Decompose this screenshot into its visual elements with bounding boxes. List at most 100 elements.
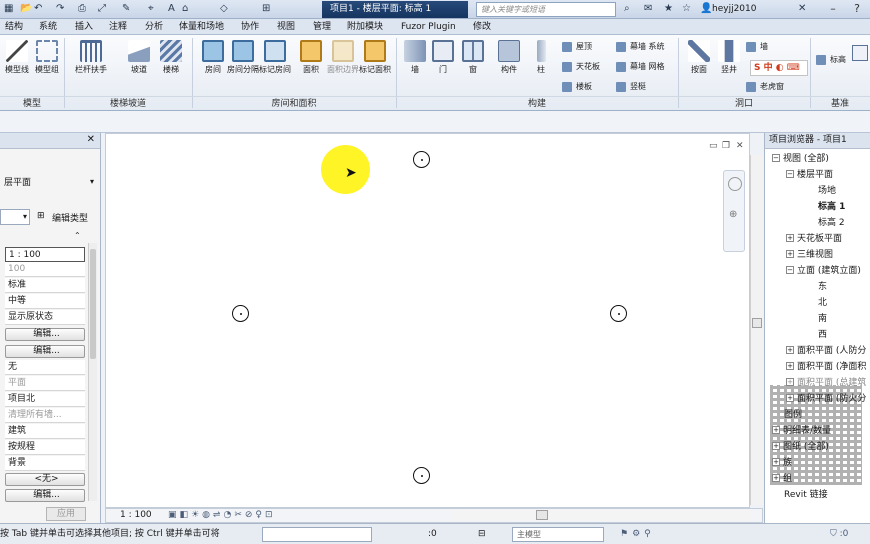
help-icon[interactable]: ?: [846, 1, 868, 17]
type-selector[interactable]: 层平面: [4, 175, 31, 188]
section-icon[interactable]: ◇: [220, 2, 228, 16]
elevation-marker-west[interactable]: [232, 305, 249, 322]
expand-icon[interactable]: +: [772, 474, 780, 482]
expand-icon[interactable]: +: [786, 346, 794, 354]
floor-button[interactable]: 楼板: [560, 80, 592, 94]
tab-fuzor[interactable]: Fuzor Plugin: [398, 20, 459, 35]
apply-button[interactable]: 应用: [46, 507, 86, 521]
close-icon[interactable]: ✕: [87, 134, 95, 145]
view-scale-field[interactable]: 1 : 100: [5, 247, 85, 262]
vertical-scrollbar[interactable]: [750, 155, 763, 505]
restore-icon[interactable]: ▭: [709, 141, 718, 151]
browser-item[interactable]: + 明细表/数量: [772, 424, 831, 438]
curtain-grid-button[interactable]: 幕墙 网格: [614, 60, 665, 74]
tag-room-button[interactable]: 标记房间: [258, 38, 292, 98]
curtain-system-button[interactable]: 幕墙 系统: [614, 40, 665, 54]
user-name[interactable]: heyjj2010: [712, 2, 756, 16]
browser-item[interactable]: 北: [806, 296, 827, 310]
collapse-icon[interactable]: −: [786, 266, 794, 274]
print-icon[interactable]: ⎙: [78, 2, 86, 16]
tab-collaborate[interactable]: 协作: [238, 20, 262, 35]
expand-icon[interactable]: +: [786, 250, 794, 258]
tag-area-button[interactable]: 标记面积: [358, 38, 392, 98]
properties-scrollbar[interactable]: [88, 243, 97, 501]
tab-analyze[interactable]: 分析: [142, 20, 166, 35]
app-menu-icon[interactable]: ▦: [4, 2, 13, 16]
minimize-button[interactable]: –: [822, 1, 844, 17]
browser-item[interactable]: − 立面 (建筑立面): [786, 264, 861, 278]
system-color-button[interactable]: 编辑...: [5, 489, 85, 502]
subscription-icon[interactable]: ✉: [644, 2, 652, 16]
ceiling-button[interactable]: 天花板: [560, 60, 600, 74]
browser-item[interactable]: + 组: [772, 472, 792, 486]
expand-icon[interactable]: +: [786, 394, 794, 402]
level-button[interactable]: 标高: [814, 53, 846, 67]
browser-item[interactable]: 标高 2: [806, 216, 845, 230]
workset-field[interactable]: [262, 527, 372, 542]
scale-label[interactable]: 1 : 100: [120, 509, 152, 522]
orientation-value[interactable]: 项目北: [5, 392, 85, 407]
collapse-icon[interactable]: −: [772, 154, 780, 162]
detail-level[interactable]: 中等: [5, 294, 85, 309]
undo-icon[interactable]: ↶: [34, 2, 42, 16]
model-line-button[interactable]: 模型线: [0, 38, 34, 98]
expand-icon[interactable]: +: [786, 378, 794, 386]
horizontal-scrollbar[interactable]: [451, 510, 751, 521]
browser-item[interactable]: − 楼层平面: [786, 168, 833, 182]
area-button[interactable]: 面积: [294, 38, 328, 98]
ramp-button[interactable]: 坡道: [122, 38, 156, 98]
tab-modify[interactable]: 修改: [470, 20, 494, 35]
zoom-icon[interactable]: ⊕: [729, 209, 737, 220]
expand-icon[interactable]: +: [786, 234, 794, 242]
browser-item[interactable]: 场地: [806, 184, 836, 198]
tab-view[interactable]: 视图: [274, 20, 298, 35]
search-input[interactable]: 键入关键字或短语: [476, 2, 616, 17]
redo-icon[interactable]: ↷: [56, 2, 64, 16]
3d-view-icon[interactable]: ⌂: [182, 2, 188, 16]
elevation-marker-south[interactable]: [413, 467, 430, 484]
user-icon[interactable]: 👤: [700, 2, 712, 16]
tab-annotate[interactable]: 注释: [106, 20, 130, 35]
design-options-icon[interactable]: ⊟: [478, 524, 486, 544]
collapse-icon[interactable]: ⌃: [74, 231, 81, 240]
grid-icon[interactable]: [852, 45, 868, 61]
view-control-icons[interactable]: ▣◧☀◍⇌◔✂⊘♀⊡: [168, 509, 276, 522]
browser-item[interactable]: Revit 链接: [772, 488, 828, 502]
door-button[interactable]: 门: [426, 38, 460, 98]
design-option-select[interactable]: 主模型: [512, 527, 604, 542]
room-separator-button[interactable]: 房间分隔: [226, 38, 260, 98]
tab-systems[interactable]: 系统: [36, 20, 60, 35]
room-button[interactable]: 房间: [196, 38, 230, 98]
by-face-button[interactable]: 按面: [682, 38, 716, 98]
stair-button[interactable]: 楼梯: [154, 38, 188, 98]
steering-wheel-icon[interactable]: [728, 177, 742, 191]
browser-item[interactable]: + 天花板平面: [786, 232, 842, 246]
hidden-line-value[interactable]: 按规程: [5, 440, 85, 455]
browser-item[interactable]: + 面积平面 (总建筑: [786, 376, 866, 390]
column-button[interactable]: 柱: [524, 38, 558, 98]
favorites-icon[interactable]: ☆: [682, 2, 691, 16]
browser-item[interactable]: + 面积平面 (防火分: [786, 392, 866, 406]
tab-addins[interactable]: 附加模块: [344, 20, 386, 35]
chevron-down-icon[interactable]: ▾: [90, 177, 94, 186]
filter-icon[interactable]: ⛉ :0: [830, 524, 848, 544]
wall-opening-button[interactable]: 墙: [744, 40, 768, 54]
tab-insert[interactable]: 插入: [72, 20, 96, 35]
graphic-edit-button[interactable]: 编辑...: [5, 345, 85, 358]
expand-icon[interactable]: +: [772, 458, 780, 466]
color-scheme-location[interactable]: 背景: [5, 456, 85, 471]
exchange-icon[interactable]: ✕: [798, 2, 806, 16]
instance-filter[interactable]: ▾: [0, 209, 30, 225]
text-icon[interactable]: A: [168, 2, 175, 16]
expand-icon[interactable]: +: [772, 442, 780, 450]
browser-item[interactable]: 图例: [772, 408, 802, 422]
tab-structure[interactable]: 结构: [2, 20, 26, 35]
component-button[interactable]: 构件: [492, 38, 526, 98]
browser-item[interactable]: 西: [806, 328, 827, 342]
window-button[interactable]: 窗: [456, 38, 490, 98]
browser-item[interactable]: + 图纸 (全部): [772, 440, 829, 454]
ime-toolbar[interactable]: S 中 ◐ ⌨: [750, 60, 808, 76]
measure-icon[interactable]: ⤢: [98, 2, 106, 16]
edit-type-button[interactable]: 编辑类型: [52, 211, 88, 224]
expand-icon[interactable]: +: [772, 426, 780, 434]
